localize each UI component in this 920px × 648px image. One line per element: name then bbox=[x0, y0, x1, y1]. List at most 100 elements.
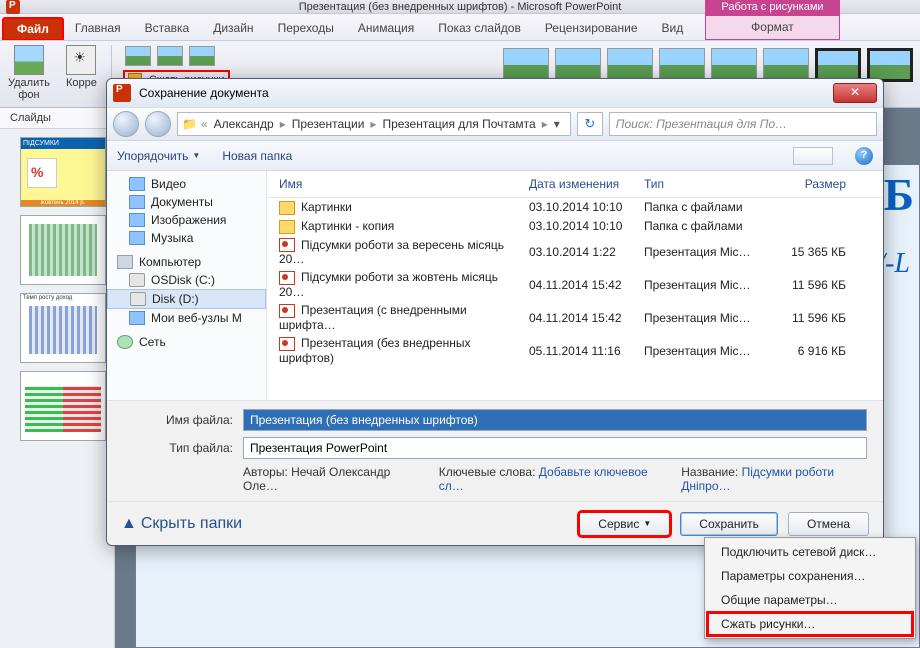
search-input[interactable]: Поиск: Презентация для По… bbox=[609, 112, 877, 136]
tree-item-video[interactable]: Видео bbox=[107, 175, 266, 193]
tab-animation[interactable]: Анимация bbox=[346, 16, 426, 40]
menu-save-options[interactable]: Параметры сохранения… bbox=[707, 564, 913, 588]
dialog-toolbar: Упорядочить ▼ Новая папка ? bbox=[107, 141, 883, 171]
tab-format[interactable]: Формат bbox=[705, 16, 840, 40]
tree-item-osdisk[interactable]: OSDisk (C:) bbox=[107, 271, 266, 289]
tree-item-webhosts[interactable]: Мои веб-узлы M bbox=[107, 309, 266, 327]
menu-general-options[interactable]: Общие параметры… bbox=[707, 588, 913, 612]
style-thumb[interactable] bbox=[763, 48, 809, 82]
collapse-icon: ▲ bbox=[121, 515, 137, 533]
tools-menu: Подключить сетевой диск… Параметры сохра… bbox=[704, 537, 916, 639]
label-filetype: Тип файла: bbox=[123, 441, 233, 455]
dialog-app-icon bbox=[113, 84, 131, 102]
hide-folders-toggle[interactable]: ▲ Скрыть папки bbox=[121, 515, 242, 533]
col-size[interactable]: Размер bbox=[770, 175, 850, 193]
pptx-icon bbox=[279, 337, 295, 351]
tools-button[interactable]: Сервис ▼ bbox=[579, 512, 670, 536]
close-button[interactable]: ✕ bbox=[833, 83, 877, 103]
remove-background-button[interactable]: Удалить фон bbox=[0, 41, 58, 107]
tree-item-music[interactable]: Музыка bbox=[107, 229, 266, 247]
tab-slideshow[interactable]: Показ слайдов bbox=[426, 16, 533, 40]
preset-thumb[interactable] bbox=[125, 46, 151, 66]
tree-item-computer[interactable]: Компьютер bbox=[107, 253, 266, 271]
contextual-tab-group: Работа с рисунками Формат bbox=[705, 0, 840, 40]
tab-home[interactable]: Главная bbox=[63, 16, 133, 40]
folder-icon bbox=[129, 311, 145, 325]
menu-compress-pictures[interactable]: Сжать рисунки… bbox=[707, 612, 913, 636]
folder-icon: 📁 bbox=[182, 117, 197, 131]
dialog-nav-bar: 📁 « Александр ▸ Презентации ▸ Презентаци… bbox=[107, 107, 883, 141]
col-date[interactable]: Дата изменения bbox=[525, 175, 640, 193]
contextual-group-label: Работа с рисунками bbox=[705, 0, 840, 16]
file-row[interactable]: Презентация (с внедренными шрифта…04.11.… bbox=[267, 301, 883, 334]
documents-icon bbox=[129, 195, 145, 209]
tab-insert[interactable]: Вставка bbox=[133, 16, 202, 40]
nav-tree[interactable]: Видео Документы Изображения Музыка Компь… bbox=[107, 171, 267, 400]
file-row[interactable]: Картинки03.10.2014 10:10Папка с файлами bbox=[267, 198, 883, 217]
organize-button[interactable]: Упорядочить ▼ bbox=[117, 149, 200, 163]
dialog-titlebar[interactable]: Сохранение документа ✕ bbox=[107, 79, 883, 107]
tree-item-diskd[interactable]: Disk (D:) bbox=[107, 289, 266, 309]
file-row[interactable]: Підсумки роботи за вересень місяць 20…03… bbox=[267, 236, 883, 269]
refresh-button[interactable]: ↻ bbox=[577, 112, 603, 136]
col-name[interactable]: Имя bbox=[275, 175, 525, 193]
music-icon bbox=[129, 231, 145, 245]
col-type[interactable]: Тип bbox=[640, 175, 770, 193]
slide-panel: Слайды 1 ПІДСУМКИ % жовтень 2014 р. 2 3 … bbox=[0, 108, 115, 648]
style-thumb[interactable] bbox=[711, 48, 757, 82]
help-button[interactable]: ? bbox=[855, 147, 873, 165]
nav-back-button[interactable] bbox=[113, 111, 139, 137]
video-icon bbox=[129, 177, 145, 191]
slide-thumbnail[interactable]: 4 bbox=[20, 371, 106, 441]
tab-review[interactable]: Рецензирование bbox=[533, 16, 650, 40]
pptx-icon bbox=[279, 304, 295, 318]
filetype-select[interactable]: Презентация PowerPoint bbox=[243, 437, 867, 459]
preset-thumb[interactable] bbox=[189, 46, 215, 66]
images-icon bbox=[129, 213, 145, 227]
drive-icon bbox=[129, 273, 145, 287]
breadcrumb-bar[interactable]: 📁 « Александр ▸ Презентации ▸ Презентаци… bbox=[177, 112, 571, 136]
pptx-icon bbox=[279, 238, 295, 252]
style-thumb[interactable] bbox=[503, 48, 549, 82]
nav-forward-button[interactable] bbox=[145, 111, 171, 137]
computer-icon bbox=[117, 255, 133, 269]
corrections-button[interactable]: ☀ Корре bbox=[58, 41, 105, 107]
folder-icon bbox=[279, 201, 295, 215]
file-row[interactable]: Картинки - копия03.10.2014 10:10Папка с … bbox=[267, 217, 883, 236]
save-as-dialog: Сохранение документа ✕ 📁 « Александр ▸ П… bbox=[106, 78, 884, 546]
slide-thumbnail[interactable]: 3 Темп росту доход bbox=[20, 293, 106, 363]
column-headers[interactable]: Имя Дата изменения Тип Размер bbox=[267, 171, 883, 198]
style-thumb[interactable] bbox=[815, 48, 861, 82]
slides-tab[interactable]: Слайды bbox=[0, 108, 114, 129]
slide-thumbnail[interactable]: 2 bbox=[20, 215, 106, 285]
tab-transitions[interactable]: Переходы bbox=[266, 16, 346, 40]
menu-map-network-drive[interactable]: Подключить сетевой диск… bbox=[707, 540, 913, 564]
file-list[interactable]: Имя Дата изменения Тип Размер Картинки03… bbox=[267, 171, 883, 400]
drive-icon bbox=[130, 292, 146, 306]
style-thumb[interactable] bbox=[607, 48, 653, 82]
tab-file[interactable]: Файл bbox=[3, 18, 63, 40]
cancel-button[interactable]: Отмена bbox=[788, 512, 869, 536]
tree-item-documents[interactable]: Документы bbox=[107, 193, 266, 211]
tab-design[interactable]: Дизайн bbox=[201, 16, 265, 40]
style-thumb[interactable] bbox=[659, 48, 705, 82]
style-thumb[interactable] bbox=[555, 48, 601, 82]
tree-item-images[interactable]: Изображения bbox=[107, 211, 266, 229]
style-thumb[interactable] bbox=[867, 48, 913, 82]
window-title: Презентация (без внедренных шрифтов) - M… bbox=[299, 1, 622, 13]
filename-input[interactable]: Презентация (без внедренных шрифтов) bbox=[243, 409, 867, 431]
new-folder-button[interactable]: Новая папка bbox=[222, 149, 292, 163]
corrections-icon: ☀ bbox=[66, 45, 96, 75]
decorative-text: Б bbox=[884, 168, 914, 221]
file-row[interactable]: Презентация (без внедренных шрифтов)05.1… bbox=[267, 334, 883, 367]
slide-thumbnail[interactable]: 1 ПІДСУМКИ % жовтень 2014 р. bbox=[20, 137, 106, 207]
label-filename: Имя файла: bbox=[123, 413, 233, 427]
tree-item-network[interactable]: Сеть bbox=[107, 333, 266, 351]
tab-view[interactable]: Вид bbox=[650, 16, 696, 40]
file-row[interactable]: Підсумки роботи за жовтень місяць 20…04.… bbox=[267, 268, 883, 301]
preset-thumb[interactable] bbox=[157, 46, 183, 66]
view-mode-button[interactable] bbox=[793, 147, 833, 165]
save-button[interactable]: Сохранить bbox=[680, 512, 778, 536]
powerpoint-app-icon bbox=[6, 0, 20, 14]
remove-background-icon bbox=[14, 45, 44, 75]
